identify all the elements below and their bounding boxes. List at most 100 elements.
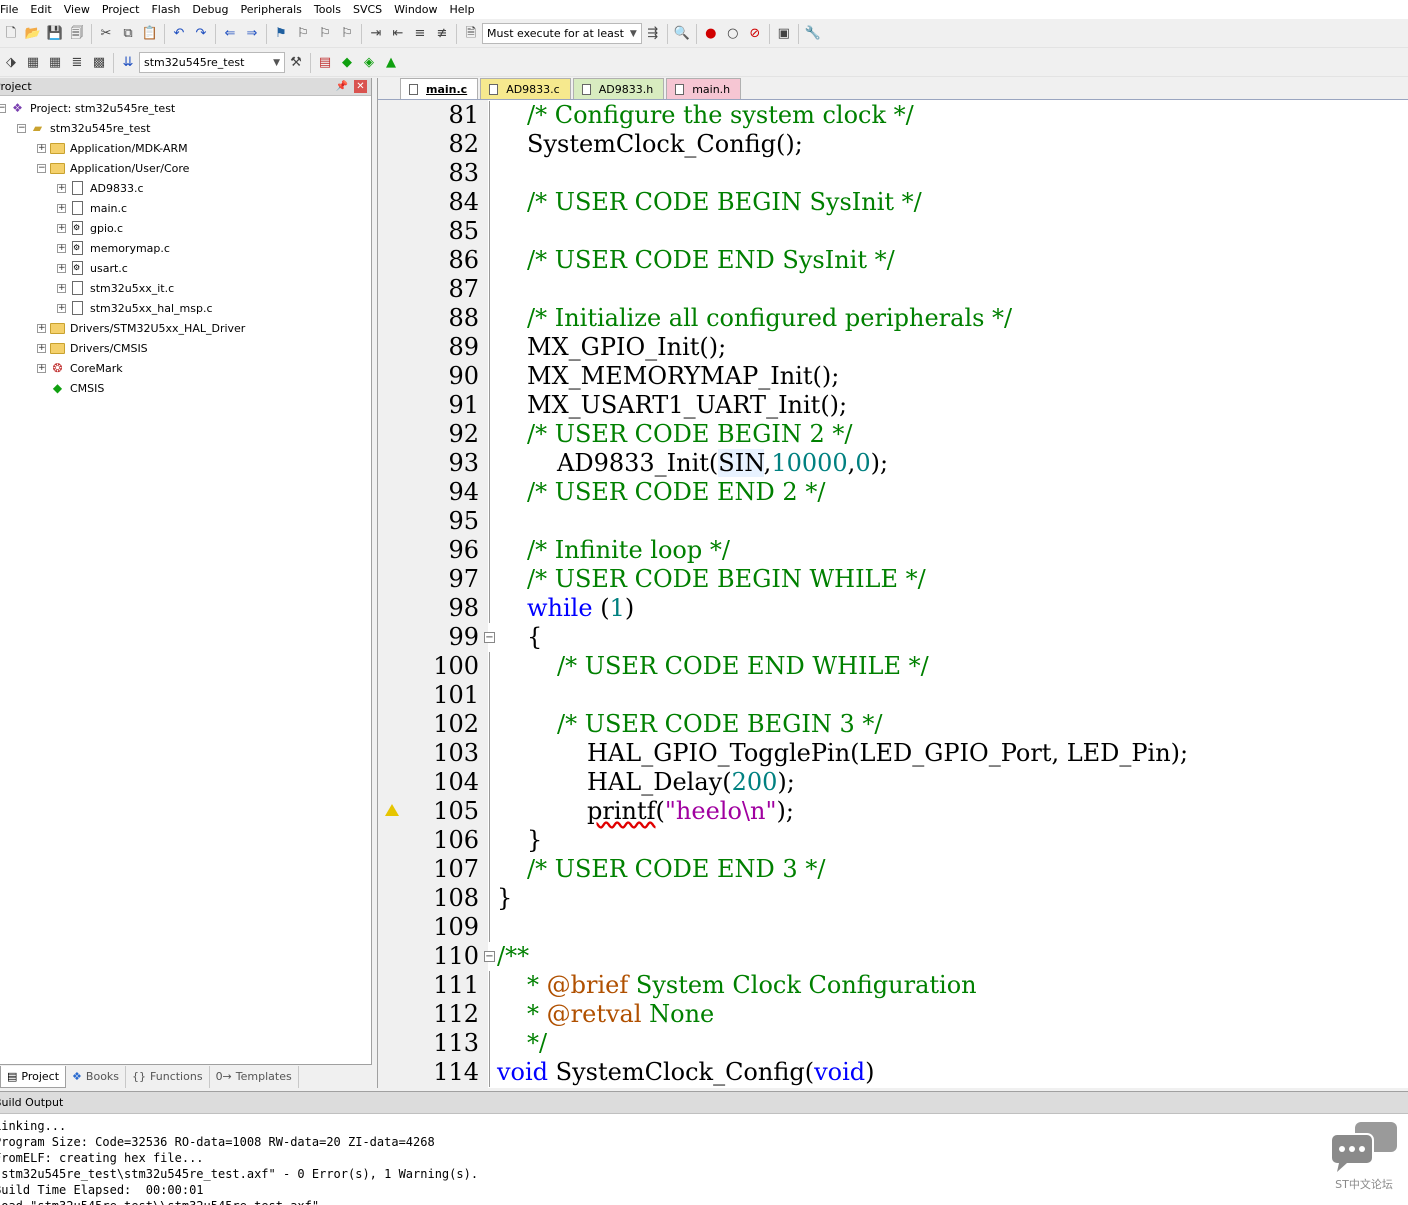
- tree-expander-icon[interactable]: +: [57, 223, 66, 233]
- configure-icon[interactable]: 🔧: [802, 23, 824, 45]
- menu-flash[interactable]: Flash: [145, 0, 186, 19]
- prev-bookmark-icon[interactable]: ⚐: [292, 23, 314, 45]
- clear-bookmarks-icon[interactable]: ⚐: [336, 23, 358, 45]
- indent-icon[interactable]: ⇥: [365, 23, 387, 45]
- tree-item[interactable]: + Drivers/CMSIS: [37, 338, 148, 358]
- tree-expander-icon[interactable]: −: [37, 163, 46, 173]
- tree-item[interactable]: + Application/MDK-ARM: [37, 138, 188, 158]
- tree-item[interactable]: + main.c: [57, 198, 127, 218]
- tree-expander-icon[interactable]: +: [37, 143, 46, 153]
- close-icon[interactable]: ✕: [354, 80, 367, 93]
- tab-books[interactable]: ❖ Books: [66, 1065, 127, 1088]
- tree-item[interactable]: − ❖ Project: stm32u545re_test: [0, 98, 175, 118]
- breakpoint-icon[interactable]: ●: [700, 23, 722, 45]
- tree-expander-icon[interactable]: +: [57, 263, 66, 273]
- event-recorder-icon[interactable]: ◆: [336, 52, 358, 74]
- copy-icon[interactable]: ⧉: [117, 23, 139, 45]
- tree-item[interactable]: + stm32u5xx_it.c: [57, 278, 174, 298]
- tab-templates[interactable]: 0→ Templates: [210, 1065, 299, 1088]
- tree-item[interactable]: + Drivers/STM32U5xx_HAL_Driver: [37, 318, 245, 338]
- incremental-find-icon[interactable]: ⇶: [642, 23, 664, 45]
- menu-help[interactable]: Help: [444, 0, 481, 19]
- editor-tab-ad9833-h[interactable]: AD9833.h: [572, 78, 665, 99]
- tree-expander-icon[interactable]: +: [37, 363, 46, 373]
- forum-watermark: ST中文论坛: [1328, 1120, 1400, 1192]
- target-select[interactable]: stm32u545re_test ▼: [139, 52, 285, 73]
- editor-tab-ad9833-c[interactable]: AD9833.c: [480, 78, 571, 99]
- tree-expander-icon[interactable]: +: [57, 303, 66, 313]
- save-icon[interactable]: 💾: [44, 23, 66, 45]
- paste-icon[interactable]: 📋: [139, 23, 161, 45]
- disable-breakpoint-icon[interactable]: ○: [722, 23, 744, 45]
- uncomment-icon[interactable]: ≢: [431, 23, 453, 45]
- code-area[interactable]: 81 /* Configure the system clock */ 82 Syst…: [378, 100, 1408, 1088]
- options-icon[interactable]: ⚒: [285, 52, 307, 74]
- tree-expander-icon[interactable]: +: [57, 243, 66, 253]
- download-icon[interactable]: ⇊: [117, 52, 139, 74]
- menu-tools[interactable]: Tools: [308, 0, 347, 19]
- find-in-files-icon[interactable]: 🗎: [460, 23, 482, 45]
- batch-build-icon[interactable]: ≣: [66, 52, 88, 74]
- toolbar-separator: [695, 23, 697, 44]
- tree-expander-icon[interactable]: +: [37, 343, 46, 353]
- tree-item[interactable]: + ⚙ memorymap.c: [57, 238, 170, 258]
- tree-expander-icon[interactable]: +: [57, 283, 66, 293]
- translate-icon[interactable]: ⬗: [0, 52, 22, 74]
- tree-expander-icon[interactable]: −: [17, 123, 26, 133]
- comment-icon[interactable]: ≡: [409, 23, 431, 45]
- menu-project[interactable]: Project: [96, 0, 146, 19]
- tree-item[interactable]: + ⚙ usart.c: [57, 258, 128, 278]
- window-icon[interactable]: ▣: [773, 23, 795, 45]
- command-dropdown[interactable]: Must execute for at least ▼: [482, 23, 642, 44]
- toolbar-separator: [310, 52, 311, 73]
- tree-item[interactable]: ◆ CMSIS: [37, 378, 105, 398]
- debug-session-icon[interactable]: 🔍: [671, 23, 693, 45]
- new-file-icon[interactable]: 🗋: [0, 23, 22, 45]
- menu-edit[interactable]: Edit: [24, 0, 57, 19]
- undo-icon[interactable]: ↶: [168, 23, 190, 45]
- pin-icon[interactable]: 📌: [336, 81, 348, 92]
- forward-icon[interactable]: ⇒: [241, 23, 263, 45]
- rebuild-icon[interactable]: ▦: [44, 52, 66, 74]
- back-icon[interactable]: ⇐: [219, 23, 241, 45]
- cut-icon[interactable]: ✂: [95, 23, 117, 45]
- fold-collapse-icon[interactable]: −: [484, 951, 495, 962]
- menu-debug[interactable]: Debug: [186, 0, 234, 19]
- tree-item[interactable]: − Application/User/Core: [37, 158, 189, 178]
- menu-file[interactable]: File: [0, 0, 24, 19]
- save-all-icon[interactable]: 🗐: [66, 23, 88, 45]
- pack-installer-icon[interactable]: ◈: [358, 52, 380, 74]
- editor-tab-main-h[interactable]: main.h: [666, 78, 742, 99]
- tab-functions[interactable]: {} Functions: [126, 1065, 210, 1088]
- manage-components-icon[interactable]: ▤: [314, 52, 336, 74]
- editor-tab-main-c[interactable]: main.c: [400, 78, 479, 99]
- tree-expander-icon[interactable]: −: [0, 103, 6, 113]
- fold-collapse-icon[interactable]: −: [484, 632, 495, 643]
- tree-item[interactable]: − ▰ stm32u545re_test: [17, 118, 150, 138]
- select-packs-icon[interactable]: ▲: [380, 52, 402, 74]
- fold-guide: [489, 913, 490, 942]
- open-icon[interactable]: 📂: [22, 23, 44, 45]
- tree-expander-icon[interactable]: +: [37, 323, 46, 333]
- unindent-icon[interactable]: ⇤: [387, 23, 409, 45]
- build-icon[interactable]: ▦: [22, 52, 44, 74]
- tab-project[interactable]: ▤ Project: [0, 1065, 67, 1088]
- menu-view[interactable]: View: [58, 0, 96, 19]
- redo-icon[interactable]: ↷: [190, 23, 212, 45]
- menu-peripherals[interactable]: Peripherals: [235, 0, 308, 19]
- tree-expander-icon[interactable]: +: [57, 183, 66, 193]
- kill-breakpoints-icon[interactable]: ⊘: [744, 23, 766, 45]
- bookmark-icon[interactable]: ⚑: [270, 23, 292, 45]
- code-token: {: [527, 623, 543, 651]
- stop-build-icon[interactable]: ▩: [88, 52, 110, 74]
- tree-item[interactable]: + ❂ CoreMark: [37, 358, 123, 378]
- menu-svcs[interactable]: SVCS: [347, 0, 388, 19]
- next-bookmark-icon[interactable]: ⚐: [314, 23, 336, 45]
- toolbar-separator: [91, 23, 92, 44]
- tree-item[interactable]: + ⚙ gpio.c: [57, 218, 123, 238]
- tree-item[interactable]: + AD9833.c: [57, 178, 144, 198]
- file-icon: [409, 83, 418, 95]
- tree-item[interactable]: + stm32u5xx_hal_msp.c: [57, 298, 213, 318]
- menu-window[interactable]: Window: [388, 0, 443, 19]
- tree-expander-icon[interactable]: +: [57, 203, 66, 213]
